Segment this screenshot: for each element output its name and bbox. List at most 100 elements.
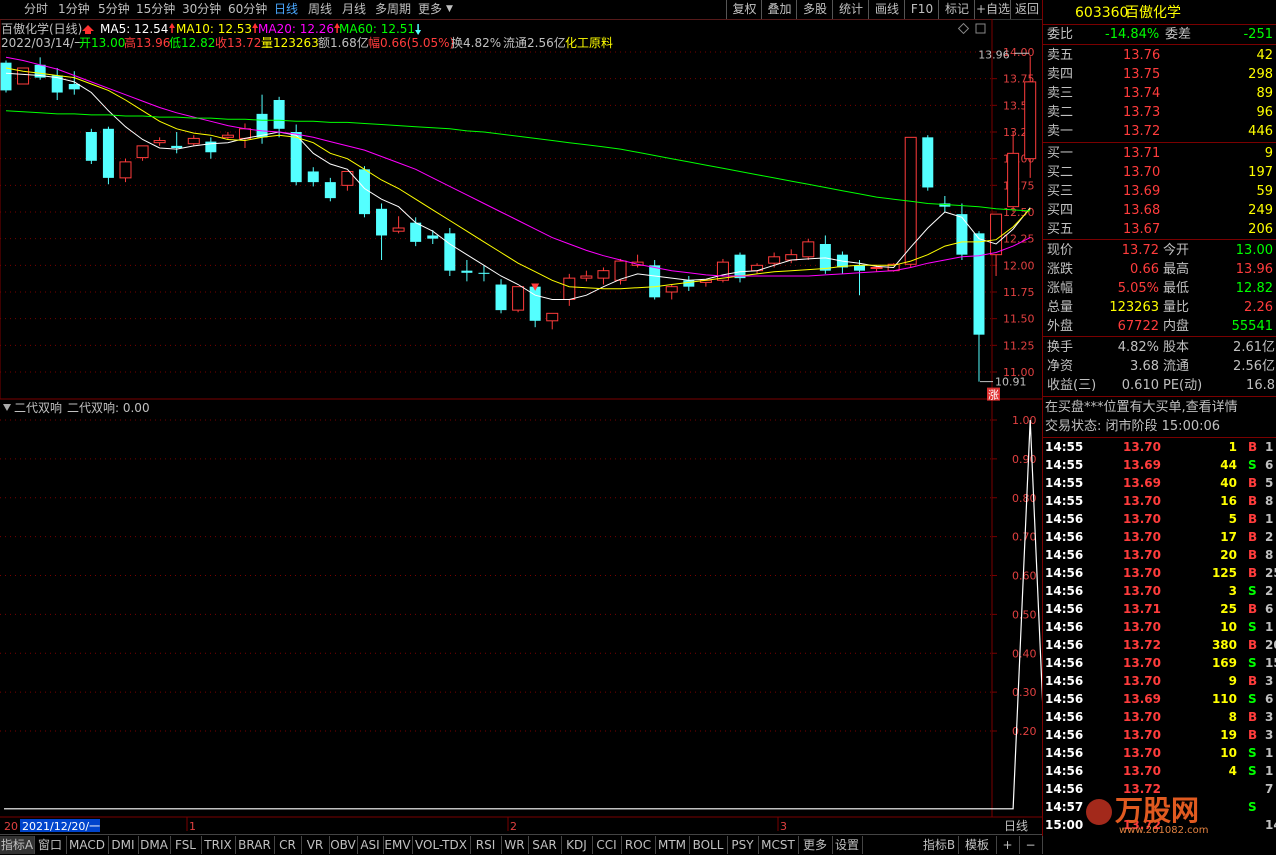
indicator-tab-7[interactable]: BRAR bbox=[235, 836, 275, 854]
candle-up bbox=[512, 286, 525, 311]
tick-side: S bbox=[1248, 584, 1257, 598]
tick-count: 25 bbox=[1265, 566, 1276, 580]
tick-side: B bbox=[1248, 494, 1258, 508]
indicator-tab-18[interactable]: CCI bbox=[592, 836, 622, 854]
toolbar-button-8[interactable]: 返回 bbox=[1010, 0, 1043, 19]
separator bbox=[1043, 396, 1276, 397]
bottom-right-button-2[interactable]: + bbox=[996, 836, 1020, 854]
period-tab-2[interactable]: 5分钟 bbox=[98, 1, 130, 18]
ma-arrow-head-icon bbox=[415, 30, 422, 35]
toolbar-button-6[interactable]: 标记 bbox=[938, 0, 975, 19]
candle-up bbox=[221, 134, 234, 138]
tick-volume: 169 bbox=[1211, 656, 1237, 670]
period-tab-3[interactable]: 15分钟 bbox=[136, 1, 175, 18]
diamond-icon[interactable] bbox=[957, 22, 970, 35]
tick-side: B bbox=[1248, 674, 1258, 688]
window-icon[interactable] bbox=[975, 23, 986, 34]
indicator-tab-16[interactable]: SAR bbox=[528, 836, 562, 854]
indicator-tab-19[interactable]: ROC bbox=[621, 836, 656, 854]
ask-volume: 298 bbox=[1248, 67, 1273, 82]
tick-count: 3 bbox=[1265, 710, 1274, 724]
ask-price: 13.73 bbox=[1123, 105, 1161, 120]
toolbar-button-7[interactable]: +自选 bbox=[974, 0, 1011, 19]
indicator-tab-23[interactable]: MCST bbox=[758, 836, 799, 854]
indicator-tab-22[interactable]: PSY bbox=[727, 836, 759, 854]
indicator-tab-8[interactable]: CR bbox=[274, 836, 302, 854]
bid-volume: 197 bbox=[1248, 165, 1273, 180]
big-order-notice[interactable]: 在买盘***位置有大买单,查看详情 bbox=[1043, 398, 1276, 417]
indicator-tab-3[interactable]: DMI bbox=[108, 836, 139, 854]
info-field-1: 开13.00 bbox=[79, 36, 125, 50]
tick-price: 13.69 bbox=[1123, 458, 1161, 472]
bottom-right-button-1[interactable]: 模板 bbox=[958, 836, 997, 854]
candle-down bbox=[102, 128, 114, 178]
period-tab-10[interactable]: 更多 bbox=[418, 1, 442, 18]
tick-side: S bbox=[1248, 800, 1257, 814]
indicator-tab-14[interactable]: RSI bbox=[470, 836, 502, 854]
indicator-tab-9[interactable]: VR bbox=[301, 836, 330, 854]
indicator-tab-4[interactable]: DMA bbox=[138, 836, 171, 854]
period-tab-6[interactable]: 日线 bbox=[274, 1, 298, 18]
tick-price: 13.72 bbox=[1123, 818, 1161, 832]
indicator-tab-0[interactable]: 指标A bbox=[0, 836, 35, 854]
tick-count: 5 bbox=[1265, 476, 1274, 490]
indicator-tab-25[interactable]: 设置 bbox=[832, 836, 863, 854]
stat-row: 现价 13.72 今开 13.00 bbox=[1043, 241, 1276, 260]
toolbar-button-1[interactable]: 叠加 bbox=[761, 0, 797, 19]
indicator-tab-24[interactable]: 更多 bbox=[798, 836, 833, 854]
indicator-tab-13[interactable]: VOL-TDX bbox=[412, 836, 471, 854]
more-dropdown-icon[interactable]: ▼ bbox=[446, 1, 453, 18]
indicator-tab-10[interactable]: OBV bbox=[329, 836, 358, 854]
toolbar-button-4[interactable]: 画线 bbox=[868, 0, 905, 19]
stat-label: 流通 bbox=[1163, 359, 1190, 374]
candle-down bbox=[324, 182, 336, 199]
bottom-right-button-3[interactable]: − bbox=[1019, 836, 1043, 854]
toolbar-button-5[interactable]: F10 bbox=[904, 0, 939, 19]
bid-price: 13.68 bbox=[1123, 203, 1161, 218]
tick-row: 14:56 13.70 125 B 25 bbox=[1043, 564, 1276, 582]
stat-row: 总量 123263 量比 2.26 bbox=[1043, 298, 1276, 317]
tick-row: 14:55 13.70 16 B 8 bbox=[1043, 492, 1276, 510]
candle-up bbox=[238, 128, 251, 139]
indicator-tab-21[interactable]: BOLL bbox=[689, 836, 728, 854]
indicator-tab-6[interactable]: TRIX bbox=[201, 836, 236, 854]
period-tab-1[interactable]: 1分钟 bbox=[58, 1, 90, 18]
period-tab-8[interactable]: 月线 bbox=[342, 1, 366, 18]
candle-down bbox=[427, 235, 439, 239]
period-tab-9[interactable]: 多周期 bbox=[375, 1, 411, 18]
notice-text[interactable]: 在买盘***位置有大买单,查看详情 bbox=[1045, 398, 1238, 417]
xaxis-period-label[interactable]: 日线 bbox=[1004, 819, 1028, 833]
indicator-tab-12[interactable]: EMV bbox=[383, 836, 413, 854]
chart-area[interactable]: 14.0013.7513.5013.2513.0012.7512.5012.25… bbox=[0, 19, 1042, 834]
candle-up bbox=[802, 241, 815, 258]
bottom-right-button-0[interactable]: 指标B bbox=[920, 836, 959, 854]
tick-row: 15:00 13.72 149 bbox=[1043, 816, 1276, 834]
indicator-tab-15[interactable]: WR bbox=[501, 836, 529, 854]
tick-time: 14:56 bbox=[1045, 746, 1084, 760]
indicator-tab-17[interactable]: KDJ bbox=[561, 836, 593, 854]
ask-volume: 446 bbox=[1248, 124, 1273, 139]
indicator-title[interactable]: 二代双响 bbox=[14, 400, 62, 415]
period-tab-7[interactable]: 周线 bbox=[308, 1, 332, 18]
separator bbox=[1043, 239, 1276, 240]
stat-label: 换手 bbox=[1047, 340, 1074, 355]
indicator-tab-2[interactable]: MACD bbox=[66, 836, 109, 854]
period-tab-4[interactable]: 30分钟 bbox=[182, 1, 221, 18]
indicator-tab-11[interactable]: ASI bbox=[357, 836, 384, 854]
indicator-collapse-icon[interactable] bbox=[3, 404, 11, 411]
tick-price: 13.70 bbox=[1123, 656, 1161, 670]
info-field-3: 低12.82 bbox=[169, 36, 215, 50]
toolbar-button-0[interactable]: 复权 bbox=[726, 0, 762, 19]
tick-count: 20 bbox=[1265, 638, 1276, 652]
indicator-tab-20[interactable]: MTM bbox=[655, 836, 690, 854]
indicator-tab-5[interactable]: FSL bbox=[170, 836, 202, 854]
tick-row: 14:56 13.72 380 B 20 bbox=[1043, 636, 1276, 654]
period-tab-0[interactable]: 分时 bbox=[24, 1, 48, 18]
toolbar-button-2[interactable]: 多股 bbox=[796, 0, 833, 19]
separator bbox=[1043, 44, 1276, 45]
toolbar-button-3[interactable]: 统计 bbox=[832, 0, 869, 19]
tick-row: 14:56 13.70 17 B 2 bbox=[1043, 528, 1276, 546]
period-tab-5[interactable]: 60分钟 bbox=[228, 1, 267, 18]
tick-price: 13.70 bbox=[1123, 674, 1161, 688]
indicator-tab-1[interactable]: 窗口 bbox=[34, 836, 67, 854]
